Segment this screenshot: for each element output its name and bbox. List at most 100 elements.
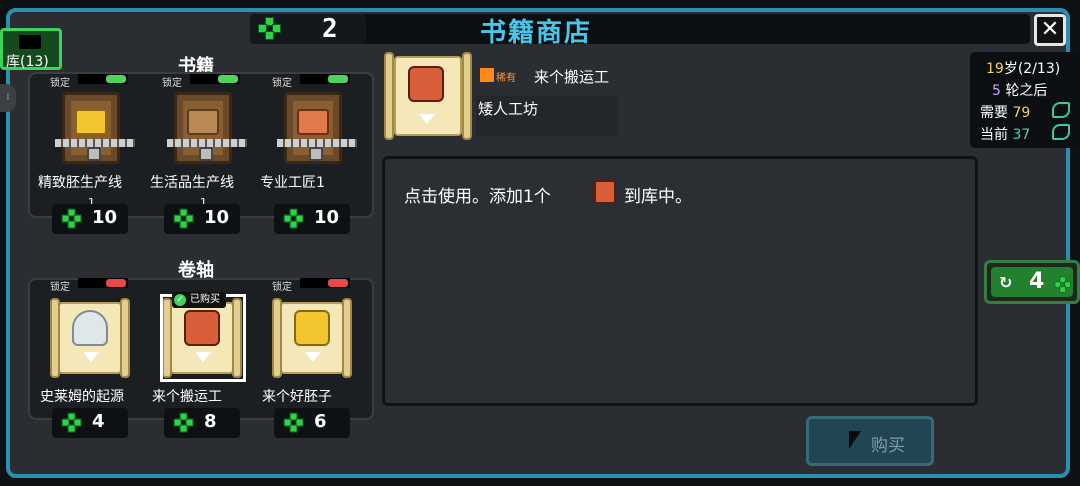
- scroll-item-name: 史莱姆的起源: [40, 389, 124, 405]
- library-tab[interactable]: 库(13): [0, 28, 62, 70]
- refresh-button[interactable]: ↻ 4: [984, 260, 1080, 304]
- dwarf-icon: [594, 180, 616, 204]
- gem-icon: [258, 17, 282, 41]
- lock-toggle[interactable]: [190, 74, 240, 84]
- lock-toggle[interactable]: [300, 278, 350, 288]
- lock-label: 锁定: [50, 78, 70, 89]
- rounds-value: 5: [992, 83, 1001, 99]
- gem-icon: [283, 412, 304, 433]
- price-tag: 10: [274, 204, 350, 234]
- rounds-line: 5 轮之后: [992, 80, 1047, 100]
- book-item-1[interactable]: [55, 92, 135, 164]
- need-line: 需要 79: [980, 102, 1030, 122]
- dragon-icon: [1052, 102, 1070, 118]
- lock-label: 锁定: [162, 78, 182, 89]
- purchased-badge: ✓ 已购买: [172, 292, 226, 308]
- current-label: 当前: [980, 127, 1008, 143]
- detail-item-name: 来个搬运工: [534, 68, 610, 86]
- chest-icon: [187, 109, 219, 135]
- price-tag: 10: [52, 204, 128, 234]
- lock-indicator: [328, 75, 348, 83]
- grip-icon: ⁞: [6, 92, 10, 103]
- detail-item-scroll: [384, 52, 472, 140]
- arrow-down-icon: [83, 352, 99, 362]
- gem-count: 2: [322, 14, 338, 44]
- age-line: 19岁(2/13): [986, 58, 1060, 78]
- lock-indicator: [106, 279, 126, 287]
- arrow-down-icon: [305, 352, 321, 362]
- current-value: 37: [1012, 127, 1031, 143]
- detail-item-source: 矮人工坊: [478, 100, 539, 118]
- check-icon: ✓: [174, 294, 186, 306]
- chest-icon: [75, 109, 107, 135]
- description-text-end: 到库中。: [624, 187, 692, 207]
- rarity-label: 稀有: [496, 73, 516, 84]
- rounds-suffix: 轮之后: [1005, 83, 1048, 99]
- refresh-icon: ↻: [999, 273, 1013, 292]
- rarity-chip: [480, 68, 494, 82]
- padlock-icon: [309, 147, 323, 161]
- scroll-item-1[interactable]: [50, 298, 130, 378]
- price-tag: 4: [52, 408, 128, 438]
- need-label: 需要: [980, 105, 1008, 121]
- lock-label: 锁定: [272, 78, 292, 89]
- current-line: 当前 37: [980, 124, 1030, 144]
- close-button[interactable]: ✕: [1034, 14, 1066, 46]
- chain-icon: [55, 139, 135, 147]
- gem-icon: [283, 208, 304, 229]
- gem-icon: [61, 208, 82, 229]
- price-value: 8: [204, 411, 217, 432]
- lock-toggle[interactable]: [78, 278, 128, 288]
- age-suffix: 岁(2/13): [1003, 61, 1061, 77]
- price-tag: 6: [274, 408, 350, 438]
- cursor-icon: [849, 431, 861, 449]
- need-value: 79: [1012, 105, 1031, 121]
- book-item-name: 精致胚生产线: [38, 175, 122, 191]
- close-icon: ✕: [1040, 17, 1060, 42]
- dwarf-icon: [297, 109, 329, 135]
- price-tag: 10: [164, 204, 240, 234]
- page-title: 书籍商店: [480, 18, 593, 48]
- purchased-label: 已购买: [190, 294, 220, 305]
- refresh-cost: 4: [1029, 269, 1045, 294]
- gem-counter: [250, 14, 366, 44]
- buy-button[interactable]: 购买: [806, 416, 934, 466]
- gem-icon: [173, 412, 194, 433]
- scroll-item-name: 来个搬运工: [152, 389, 222, 405]
- scroll-item-name: 来个好胚子: [262, 389, 332, 405]
- arrow-down-icon: [419, 114, 435, 124]
- refresh-button-face: ↻ 4: [991, 267, 1073, 297]
- library-label: 库(13): [6, 54, 49, 70]
- lock-label: 锁定: [272, 282, 292, 293]
- padlock-icon: [87, 147, 101, 161]
- price-tag: 8: [164, 408, 240, 438]
- lock-indicator: [218, 75, 238, 83]
- lock-indicator: [106, 75, 126, 83]
- gem-icon: [173, 208, 194, 229]
- lock-toggle[interactable]: [300, 74, 350, 84]
- chain-icon: [167, 139, 247, 147]
- chest-icon: [294, 310, 330, 346]
- age-value: 19: [986, 61, 1004, 77]
- lock-toggle[interactable]: [78, 74, 128, 84]
- scroll-item-3[interactable]: [272, 298, 352, 378]
- lock-label: 锁定: [50, 282, 70, 293]
- book-item-name: 生活品生产线: [150, 175, 234, 191]
- dragon-icon: [1052, 124, 1070, 140]
- round-info-panel: 19岁(2/13) 5 轮之后 需要 79 当前 37: [970, 52, 1080, 148]
- gem-icon: [61, 412, 82, 433]
- description-text: 点击使用。添加1个: [404, 187, 551, 207]
- shop-screen: 2 书籍商店 ✕ 库(13) ⁞ 书籍 卷轴 锁定 精致胚生产线 1 10 锁定 生活品生…: [0, 0, 1080, 486]
- gem-icon: [1054, 276, 1072, 294]
- chain-icon: [277, 139, 357, 147]
- folder-icon: [19, 35, 41, 49]
- padlock-icon: [199, 147, 213, 161]
- slime-icon: [72, 310, 108, 346]
- price-value: 10: [204, 207, 230, 228]
- lock-indicator: [328, 279, 348, 287]
- book-item-3[interactable]: [277, 92, 357, 164]
- book-item-2[interactable]: [167, 92, 247, 164]
- price-value: 4: [92, 411, 105, 432]
- price-value: 6: [314, 411, 327, 432]
- side-panel-handle[interactable]: ⁞: [0, 84, 16, 112]
